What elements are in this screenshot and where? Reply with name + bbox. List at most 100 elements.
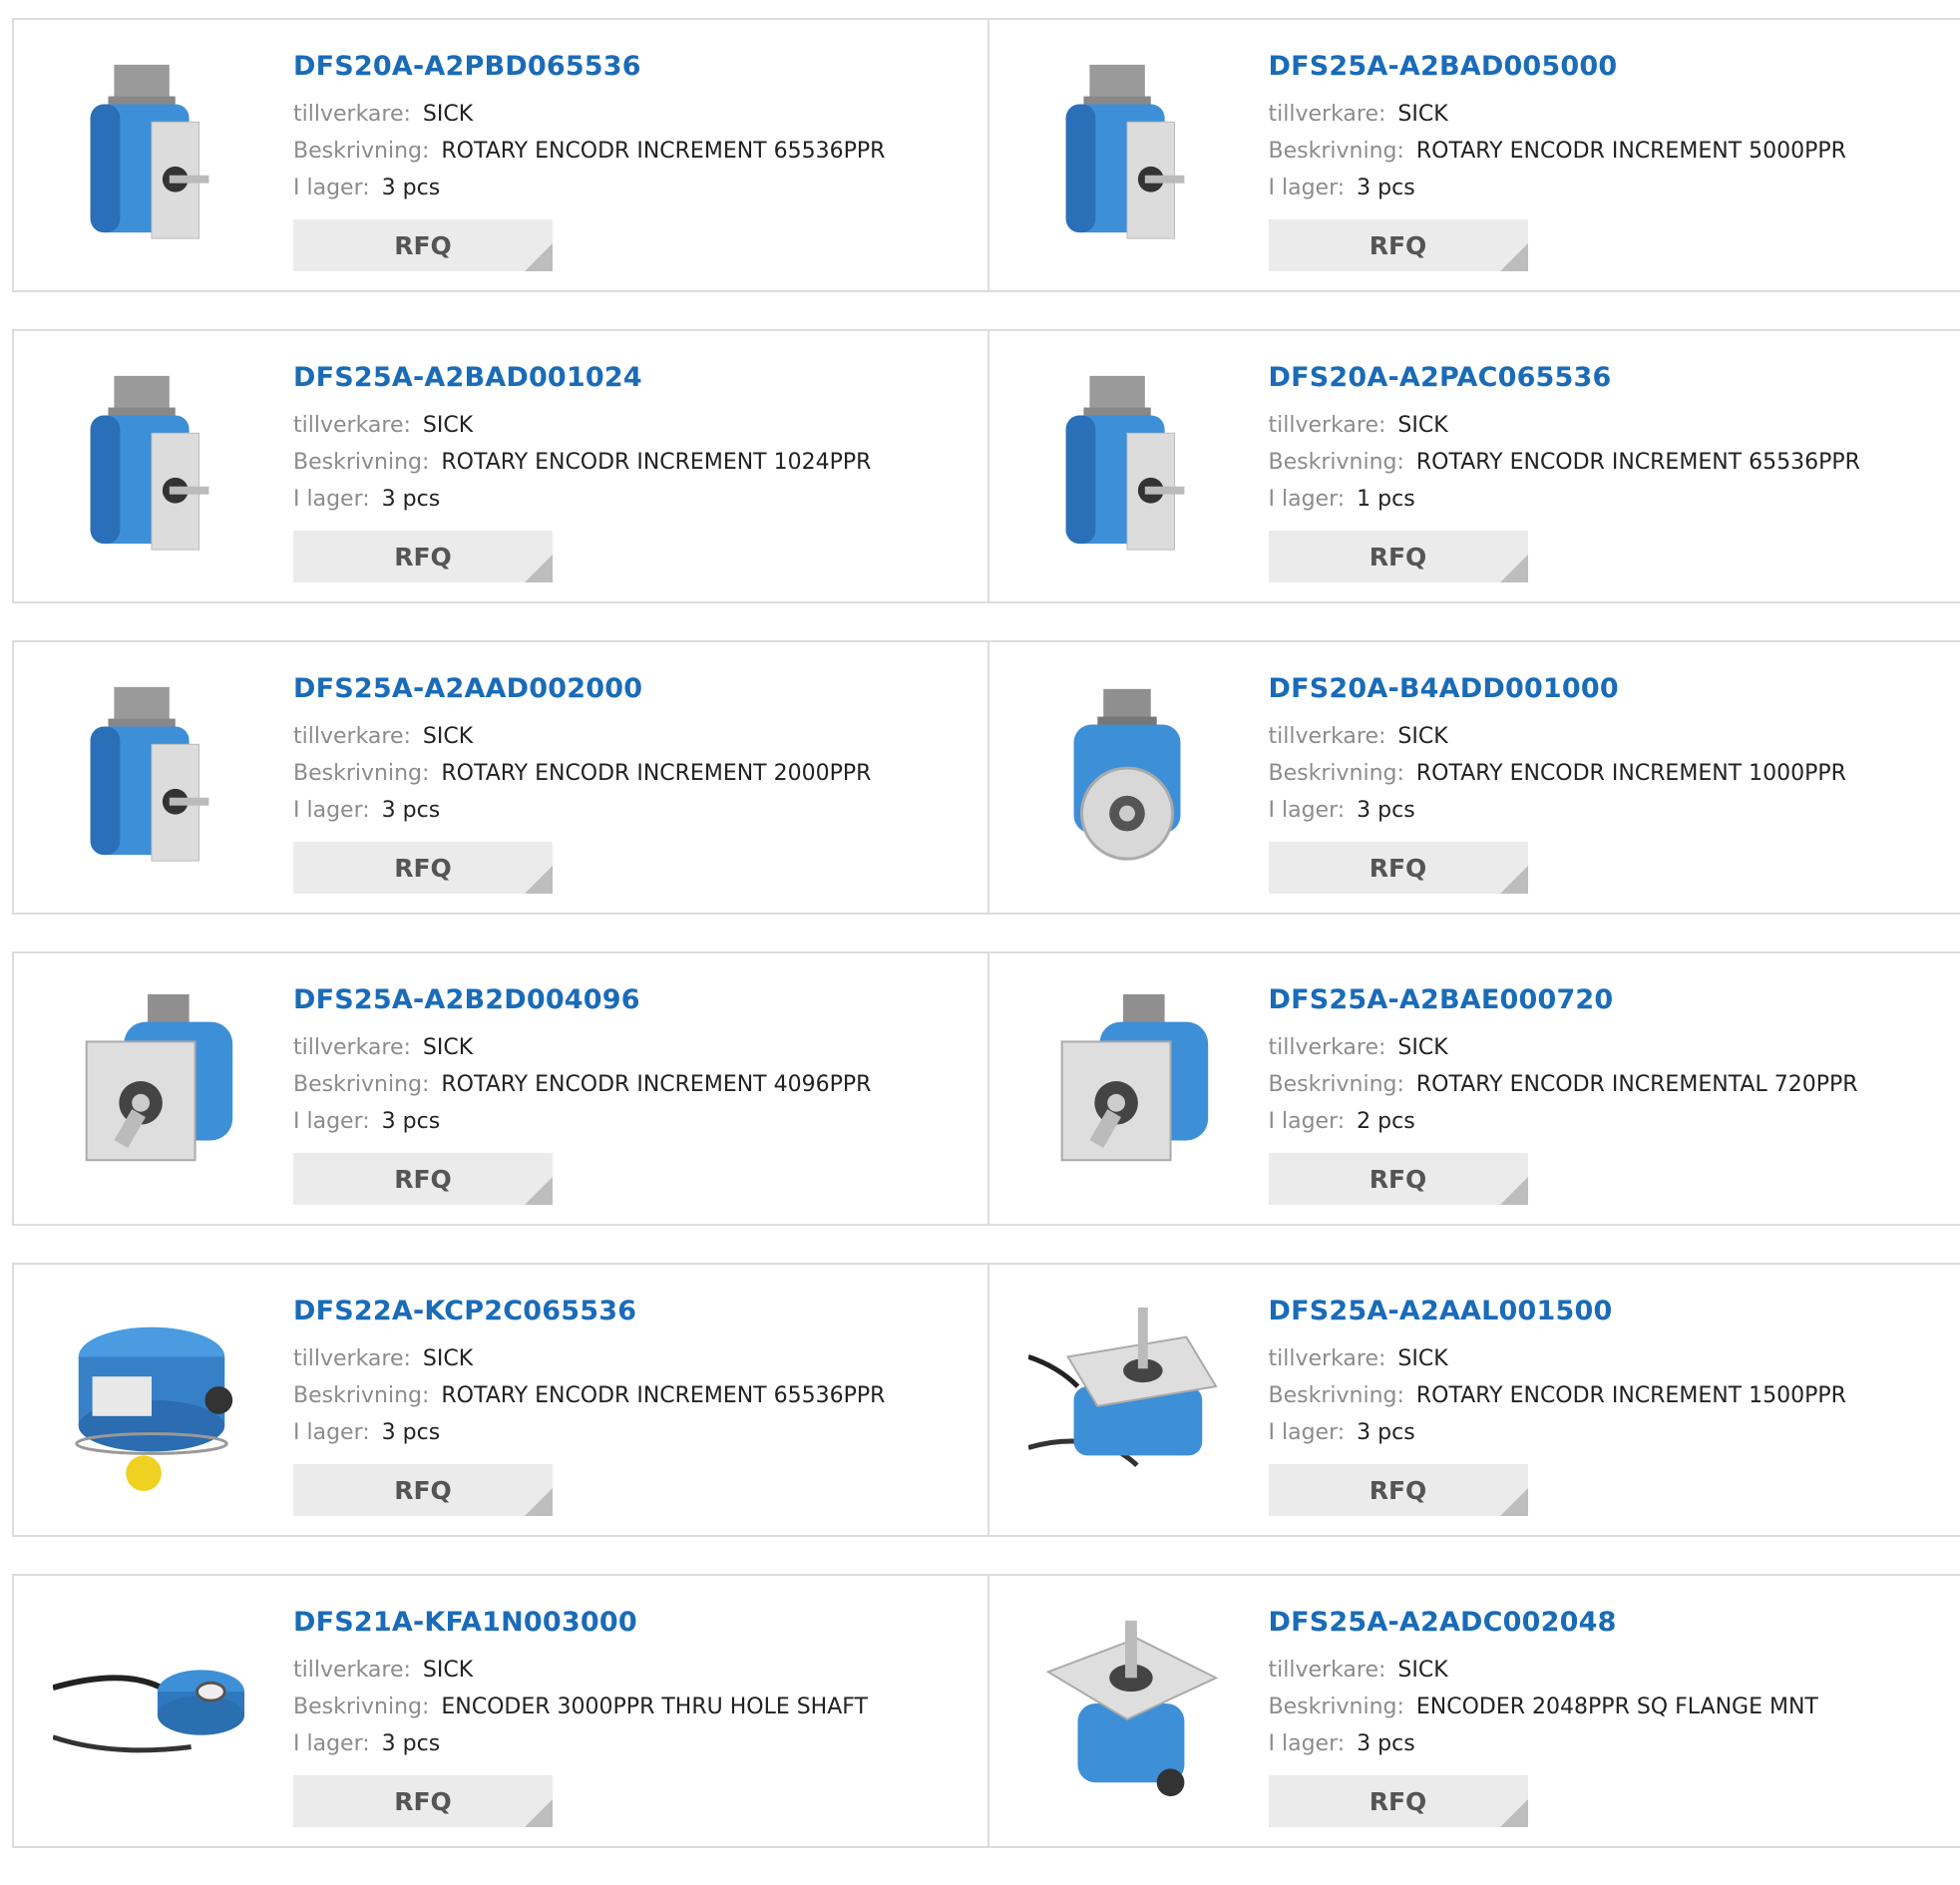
encoder-side-connector-icon[interactable] <box>53 364 250 562</box>
manufacturer-value: SICK <box>423 102 473 127</box>
description-label: Beskrivning: <box>1269 450 1404 475</box>
encoder-side-connector-icon[interactable] <box>53 675 250 873</box>
encoder-side-connector-icon[interactable] <box>1028 364 1226 562</box>
stock-row: I lager:3 pcs <box>1269 792 1846 829</box>
stock-row: I lager:3 pcs <box>293 792 871 829</box>
stock-label: I lager: <box>1269 1731 1346 1756</box>
description-row: Beskrivning: ROTARY ENCODR INCREMENT 1000… <box>1269 755 1846 792</box>
manufacturer-value: SICK <box>1397 413 1447 438</box>
description-value: ROTARY ENCODR INCREMENT 5000PPR <box>1416 139 1846 164</box>
description-label: Beskrivning: <box>293 1383 429 1408</box>
description-row: Beskrivning:ROTARY ENCODR INCREMENT 6553… <box>293 133 885 170</box>
description-value: ROTARY ENCODR INCREMENT 65536PPR <box>441 139 885 164</box>
product-row: DFS21A-KFA1N003000 tillverkare: SICK Besk… <box>12 1574 1960 1848</box>
product-row: DFS22A-KCP2C065536 tillverkare: SICK Besk… <box>12 1263 1960 1537</box>
product-card: DFS21A-KFA1N003000 tillverkare: SICK Besk… <box>14 1576 987 1846</box>
description-value: ROTARY ENCODR INCREMENT 1500PPR <box>1416 1383 1846 1408</box>
rfq-button[interactable]: RFQ <box>293 1775 553 1827</box>
part-number-link[interactable]: DFS22A-KCP2C065536 <box>293 1295 885 1328</box>
encoder-square-flange-icon[interactable] <box>1028 986 1226 1184</box>
rfq-button[interactable]: RFQ <box>1269 842 1528 894</box>
part-number-link[interactable]: DFS20A-A2PAC065536 <box>1269 361 1860 395</box>
encoder-cable-top-icon[interactable] <box>1028 1298 1226 1495</box>
stock-row: I lager:2 pcs <box>1269 1103 1858 1140</box>
encoder-square-flange-icon[interactable] <box>53 986 250 1184</box>
description-row: Beskrivning:ROTARY ENCODR INCREMENTAL 72… <box>1269 1066 1858 1103</box>
manufacturer-value: SICK <box>1397 102 1447 127</box>
rfq-button[interactable]: RFQ <box>1269 1464 1528 1516</box>
description-value: ROTARY ENCODR INCREMENT 1024PPR <box>441 450 871 475</box>
part-number-link[interactable]: DFS25A-A2ADC002048 <box>1269 1606 1818 1640</box>
manufacturer-value: SICK <box>1397 1346 1447 1371</box>
manufacturer-row: tillverkare:SICK <box>1269 1652 1818 1689</box>
manufacturer-row: tillverkare:SICK <box>1269 718 1846 755</box>
stock-value: 3 pcs <box>382 798 441 823</box>
encoder-round-flange-icon[interactable] <box>1028 675 1226 873</box>
manufacturer-label: tillverkare: <box>293 102 411 127</box>
stock-value: 3 pcs <box>382 1109 441 1134</box>
manufacturer-row: tillverkare:SICK <box>1269 1029 1858 1066</box>
description-label: Beskrivning: <box>1269 1072 1404 1097</box>
description-row: Beskrivning:ROTARY ENCODR INCREMENT 4096… <box>293 1066 871 1103</box>
description-label: Beskrivning: <box>1269 1383 1404 1408</box>
rfq-button[interactable]: RFQ <box>1269 1153 1528 1205</box>
rfq-button[interactable]: RFQ <box>293 219 553 271</box>
manufacturer-row: tillverkare: SICK <box>293 1652 868 1689</box>
part-number-link[interactable]: DFS20A-B4ADD001000 <box>1269 672 1846 706</box>
manufacturer-label: tillverkare: <box>1269 724 1386 749</box>
stock-value: 1 pcs <box>1357 487 1415 512</box>
stock-row: I lager:3 pcs <box>293 481 871 518</box>
product-card: DFS25A-A2AAD002000 tillverkare:SICK Besk… <box>14 642 987 913</box>
product-row: DFS25A-A2B2D004096 tillverkare:SICK Besk… <box>12 951 1960 1226</box>
manufacturer-value: SICK <box>423 1658 473 1683</box>
manufacturer-label: tillverkare: <box>293 1658 411 1683</box>
stock-value: 3 pcs <box>382 176 441 200</box>
part-number-link[interactable]: DFS25A-A2AAD002000 <box>293 672 871 706</box>
description-value: ROTARY ENCODR INCREMENT 1000PPR <box>1416 761 1846 786</box>
manufacturer-label: tillverkare: <box>1269 1346 1386 1371</box>
encoder-through-hole-cable-icon[interactable] <box>53 1609 250 1806</box>
stock-label: I lager: <box>293 1420 370 1445</box>
part-number-link[interactable]: DFS25A-A2AAL001500 <box>1269 1295 1846 1328</box>
stock-label: I lager: <box>293 1109 370 1134</box>
encoder-hollow-shaft-icon[interactable] <box>53 1298 250 1495</box>
rfq-button[interactable]: RFQ <box>293 1464 553 1516</box>
manufacturer-row: tillverkare:SICK <box>293 1340 885 1377</box>
encoder-side-connector-icon[interactable] <box>53 53 250 250</box>
part-number-link[interactable]: DFS21A-KFA1N003000 <box>293 1606 868 1640</box>
manufacturer-row: tillverkare:SICK <box>293 1029 871 1066</box>
rfq-button[interactable]: RFQ <box>293 842 553 894</box>
manufacturer-value: SICK <box>423 724 473 749</box>
rfq-button[interactable]: RFQ <box>1269 219 1528 271</box>
encoder-square-top-icon[interactable] <box>1028 1609 1226 1806</box>
stock-label: I lager: <box>293 1731 370 1756</box>
product-card: DFS22A-KCP2C065536 tillverkare:SICK Besk… <box>14 1265 987 1535</box>
description-row: Beskrivning:ENCODER 3000PPR THRU HOLE SH… <box>293 1689 868 1725</box>
description-label: Beskrivning: <box>293 450 429 475</box>
manufacturer-row: tillverkare: SICK <box>1269 1340 1846 1377</box>
stock-value: 2 pcs <box>1357 1109 1415 1134</box>
encoder-side-connector-icon[interactable] <box>1028 53 1226 250</box>
manufacturer-label: tillverkare: <box>1269 102 1386 127</box>
rfq-button[interactable]: RFQ <box>293 531 553 582</box>
rfq-button[interactable]: RFQ <box>1269 1775 1528 1827</box>
part-number-link[interactable]: DFS25A-A2BAD005000 <box>1269 50 1846 84</box>
product-row: DFS20A-A2PBD065536 tillverkare: SICK Besk… <box>12 18 1960 292</box>
part-number-link[interactable]: DFS25A-A2BAD001024 <box>293 361 871 395</box>
part-number-link[interactable]: DFS25A-A2BAE000720 <box>1269 983 1858 1017</box>
stock-row: I lager:1 pcs <box>1269 481 1860 518</box>
stock-label: I lager: <box>293 176 370 200</box>
product-card: DFS25A-A2BAD001024 tillverkare:SICK Besk… <box>14 331 987 601</box>
manufacturer-label: tillverkare: <box>1269 1658 1386 1683</box>
product-card: DFS25A-A2BAE000720 tillverkare:SICK Besk… <box>987 953 1960 1224</box>
stock-row: I lager: 3 pcs <box>293 1103 871 1140</box>
rfq-button[interactable]: RFQ <box>1269 531 1528 582</box>
description-row: Beskrivning:ROTARY ENCODR INCREMENT 6553… <box>1269 444 1860 481</box>
rfq-button[interactable]: RFQ <box>293 1153 553 1205</box>
product-card: DFS25A-A2B2D004096 tillverkare:SICK Besk… <box>14 953 987 1224</box>
stock-value: 3 pcs <box>382 1420 441 1445</box>
part-number-link[interactable]: DFS20A-A2PBD065536 <box>293 50 885 84</box>
description-label: Beskrivning: <box>1269 761 1404 786</box>
product-row: DFS25A-A2BAD001024 tillverkare:SICK Besk… <box>12 329 1960 603</box>
part-number-link[interactable]: DFS25A-A2B2D004096 <box>293 983 871 1017</box>
